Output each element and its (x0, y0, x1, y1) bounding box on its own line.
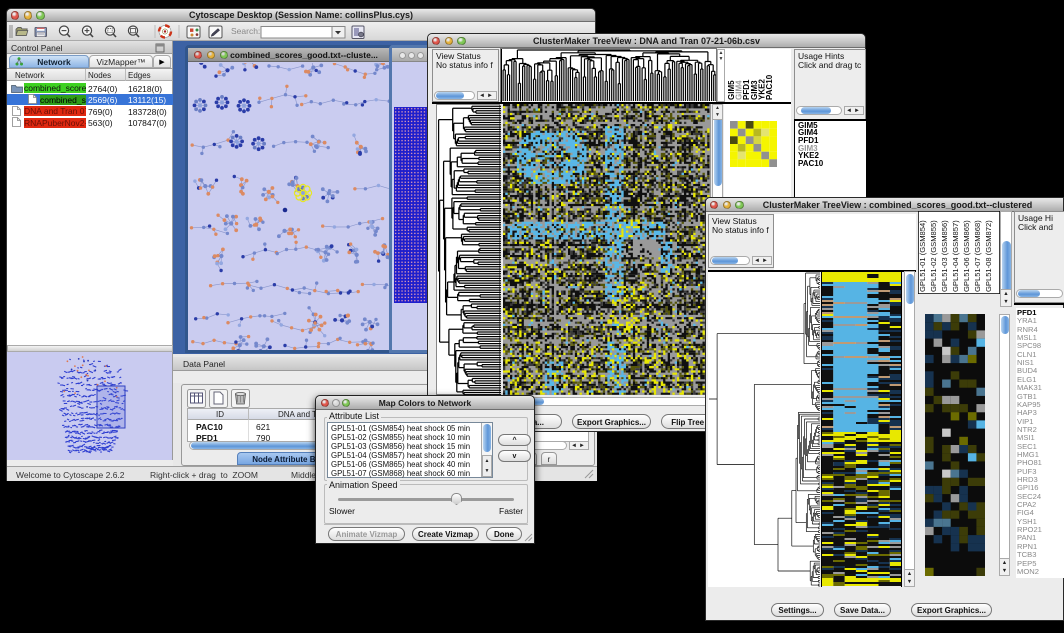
svg-text:GPL51-06 (GSM865): GPL51-06 (GSM865) (962, 220, 971, 292)
svg-text:GPL51-03 (GSM856): GPL51-03 (GSM856) (940, 220, 949, 292)
svg-text:PAC10: PAC10 (765, 74, 774, 100)
svg-text:GPL51-08 (GSM872): GPL51-08 (GSM872) (984, 220, 993, 292)
svg-text:GPL51-04 (GSM857): GPL51-04 (GSM857) (951, 220, 960, 292)
svg-text:GPL51-01 (GSM854): GPL51-01 (GSM854) (918, 220, 927, 292)
svg-text:GPL51-07 (GSM868): GPL51-07 (GSM868) (973, 220, 982, 292)
svg-text:Search:: Search: (231, 26, 260, 36)
svg-text:GPL51-02 (GSM855): GPL51-02 (GSM855) (929, 220, 938, 292)
